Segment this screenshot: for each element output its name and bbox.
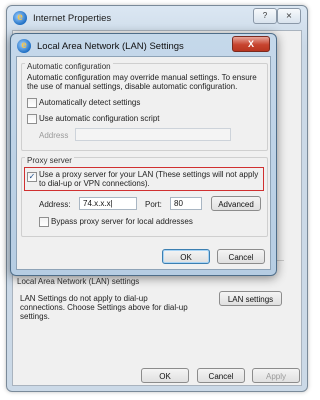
auto-config-script-label: Use automatic configuration script [39,114,160,123]
proxy-address-label: Address: [39,200,71,209]
help-button[interactable]: ? [253,8,277,24]
lan-group-label: Local Area Network (LAN) settings [15,277,142,286]
bypass-proxy-label: Bypass proxy server for local addresses [51,217,193,226]
dialog-close-button[interactable]: X [232,36,270,52]
use-proxy-label: Use a proxy server for your LAN (These s… [39,170,259,188]
dialog-title: Local Area Network (LAN) Settings [37,40,184,52]
outer-title-bar: e Internet Properties [13,8,111,28]
auto-config-label: Automatic configuration [25,62,113,71]
proxy-address-input[interactable]: 74.x.x.x| [79,197,137,210]
script-address-label: Address [39,131,69,140]
dialog-body: Automatic configuration Automatic config… [16,56,271,270]
lan-settings-button[interactable]: LAN settings [219,291,282,306]
proxy-server-label: Proxy server [25,156,74,165]
proxy-port-input[interactable]: 80 [170,197,202,210]
auto-detect-label: Automatically detect settings [39,98,141,107]
outer-close-button[interactable]: ⨯ [277,8,301,24]
outer-cancel-button[interactable]: Cancel [197,368,245,383]
proxy-port-label: Port: [145,200,162,209]
bypass-proxy-checkbox[interactable] [39,217,49,227]
auto-detect-checkbox[interactable] [27,98,37,108]
auto-config-script-checkbox[interactable] [27,114,37,124]
dialog-title-bar: e Local Area Network (LAN) Settings [17,37,184,55]
auto-config-description: Automatic configuration may override man… [27,73,257,91]
internet-explorer-icon: e [17,39,31,53]
script-address-input[interactable] [75,128,231,141]
dialog-cancel-button[interactable]: Cancel [217,249,265,264]
dialog-ok-button[interactable]: OK [162,249,210,264]
internet-explorer-icon: e [13,11,27,25]
use-proxy-checkbox[interactable]: ✓ [27,172,37,182]
apply-button[interactable]: Apply [252,368,300,383]
outer-window-title: Internet Properties [33,12,112,24]
lan-description: LAN Settings do not apply to dial-up con… [20,294,188,321]
lan-settings-dialog: e Local Area Network (LAN) Settings X Au… [10,33,277,276]
outer-ok-button[interactable]: OK [141,368,189,383]
advanced-button[interactable]: Advanced [211,196,261,211]
